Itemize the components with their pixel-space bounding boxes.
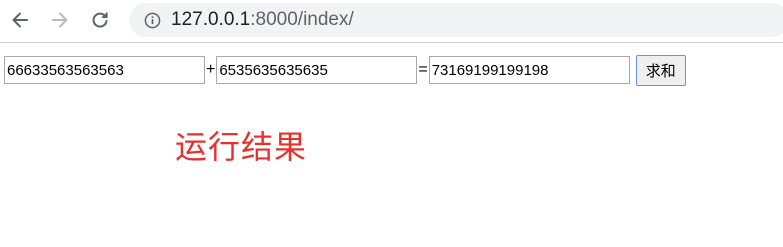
plus-sign: + xyxy=(206,61,216,78)
forward-button[interactable] xyxy=(46,6,74,34)
url-host: 127.0.0.1 xyxy=(171,9,251,30)
url-path: :8000/index/ xyxy=(250,9,354,30)
arrow-left-icon xyxy=(12,12,28,28)
address-bar[interactable]: 127.0.0.1:8000/index/ xyxy=(129,3,783,37)
sum-form: + = 求和 xyxy=(4,54,686,86)
result-label: 运行结果 xyxy=(175,128,308,166)
equals-sign: = xyxy=(418,61,428,78)
operand-b-input[interactable] xyxy=(216,56,418,84)
result-input[interactable] xyxy=(428,56,630,84)
url-text[interactable]: 127.0.0.1:8000/index/ xyxy=(171,9,354,31)
reload-icon xyxy=(92,12,108,28)
back-button[interactable] xyxy=(6,6,34,34)
arrow-right-icon xyxy=(52,12,68,28)
reload-button[interactable] xyxy=(86,6,114,34)
info-circle-icon[interactable] xyxy=(143,11,161,29)
sum-button[interactable]: 求和 xyxy=(635,54,686,86)
browser-toolbar: 127.0.0.1:8000/index/ xyxy=(0,0,783,43)
operand-a-input[interactable] xyxy=(4,56,205,84)
